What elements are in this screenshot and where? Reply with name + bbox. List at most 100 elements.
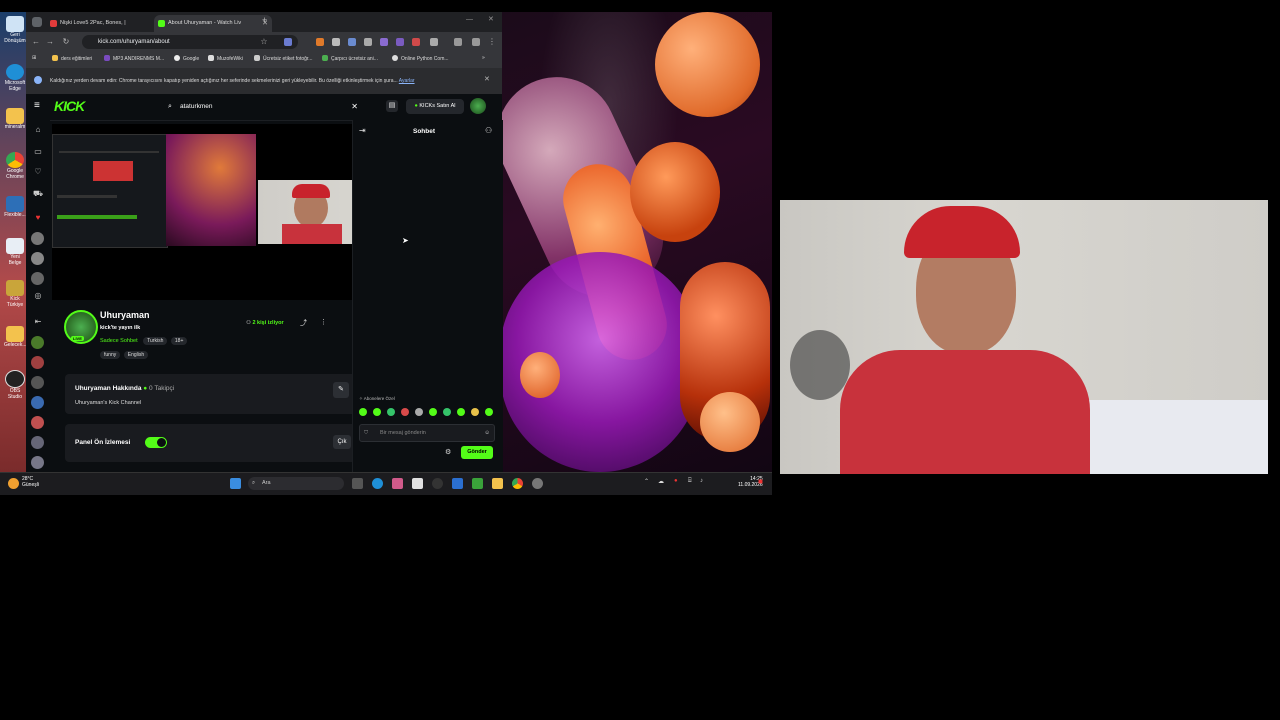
exit-preview-button[interactable]: Çık <box>333 435 351 449</box>
hamburger-icon[interactable]: ≡ <box>34 100 40 111</box>
library-icon[interactable]: ▤ <box>386 100 398 112</box>
emote-icon[interactable] <box>373 408 381 416</box>
desktop-icon-kick[interactable]: Kick Türkiye <box>4 280 26 308</box>
share-icon[interactable]: ⤴ <box>300 318 307 328</box>
channel-avatar[interactable] <box>31 396 44 409</box>
category-link[interactable]: Sadece Sohbet <box>100 338 138 344</box>
extension-icon[interactable] <box>472 38 480 46</box>
bookmark-item[interactable]: Çarpıcı ücretsiz ani... <box>322 55 378 62</box>
emote-icon[interactable] <box>443 408 451 416</box>
extension-icon[interactable] <box>316 38 324 46</box>
apps-icon[interactable]: ⊞ <box>32 55 36 61</box>
minimize-icon[interactable]: — <box>466 16 473 23</box>
desktop-icon-recycle[interactable]: Geri Dönüşüm <box>4 16 26 44</box>
tag-chip[interactable]: 18+ <box>170 337 188 345</box>
app-icon[interactable] <box>392 478 403 489</box>
channel-avatar[interactable] <box>31 456 44 469</box>
emote-icon[interactable] <box>429 408 437 416</box>
tag-chip[interactable]: English <box>123 351 149 359</box>
tag-chip[interactable]: Turkish <box>143 337 168 345</box>
settings-link[interactable]: Ayarlar <box>399 78 415 84</box>
emote-icon[interactable] <box>485 408 493 416</box>
star-icon[interactable]: ☆ <box>258 35 270 49</box>
send-button[interactable]: Gönder <box>461 446 493 459</box>
desktop-icon-folder2[interactable]: Gelecek... <box>4 326 27 348</box>
app-icon[interactable] <box>532 478 543 489</box>
user-avatar[interactable] <box>470 98 486 114</box>
tab-kick[interactable]: About Uhuryaman - Watch Liv ✕ <box>154 15 272 32</box>
extension-icon[interactable] <box>380 38 388 46</box>
mic-icon[interactable]: ● <box>674 478 678 484</box>
desktop-icon-obs[interactable]: OBS Studio <box>4 370 26 400</box>
edge-icon[interactable] <box>372 478 383 489</box>
channel-avatar[interactable] <box>31 436 44 449</box>
menu-icon[interactable]: ⋮ <box>486 35 498 49</box>
extension-icon[interactable] <box>332 38 340 46</box>
weather-icon[interactable] <box>8 478 19 489</box>
notification-icon[interactable]: ◼ <box>758 478 763 485</box>
extension-icon[interactable] <box>348 38 356 46</box>
search-input[interactable]: ⌕ ataturkmen ✕ <box>166 100 360 114</box>
heart-icon[interactable]: ♥ <box>32 212 44 224</box>
channel-avatar[interactable] <box>31 336 44 349</box>
channel-avatar[interactable] <box>31 356 44 369</box>
xbox-icon[interactable] <box>472 478 483 489</box>
store-icon[interactable] <box>412 478 423 489</box>
taskbar-search[interactable]: ⌕ Ara <box>248 477 344 490</box>
more-options-icon[interactable]: ⋮ <box>320 318 327 326</box>
more-bookmarks-icon[interactable]: » <box>482 55 485 61</box>
task-view-icon[interactable] <box>352 478 363 489</box>
channel-avatar[interactable] <box>31 252 44 265</box>
forward-icon[interactable]: → <box>44 35 56 49</box>
extension-icon[interactable] <box>430 38 438 46</box>
weather-widget[interactable]: 28°C Güneşli <box>22 476 39 488</box>
bookmark-item[interactable]: Online Python Com... <box>392 55 449 62</box>
chrome-icon[interactable] <box>512 478 523 489</box>
video-player[interactable] <box>52 124 374 300</box>
chat-settings-icon[interactable]: ⚙ <box>445 448 451 456</box>
extension-icon[interactable] <box>364 38 372 46</box>
emote-icon[interactable] <box>457 408 465 416</box>
tab-music[interactable]: Nişki Love5 2Pac, Bones, | ✕ <box>46 15 166 32</box>
bookmark-item[interactable]: Google <box>174 55 199 62</box>
explorer-icon[interactable] <box>492 478 503 489</box>
back-icon[interactable]: ← <box>30 35 42 49</box>
more-icon[interactable]: ◎ <box>32 290 44 302</box>
close-infobar-icon[interactable]: ✕ <box>484 75 490 83</box>
desktop-icon-folder[interactable]: mineralm <box>4 108 26 130</box>
channel-avatar[interactable] <box>31 376 44 389</box>
start-icon[interactable] <box>230 478 241 489</box>
bookmark-item[interactable]: ders eğitimleri <box>52 55 92 62</box>
collapse-icon[interactable]: ⇤ <box>32 316 44 328</box>
desktop-icon-chrome[interactable]: Google Chrome <box>4 152 26 180</box>
extension-icon[interactable] <box>454 38 462 46</box>
vscode-icon[interactable] <box>452 478 463 489</box>
emoji-icon[interactable]: ☺ <box>484 425 490 441</box>
desktop-icon-doc[interactable]: Yeni Belge <box>4 238 26 266</box>
following-icon[interactable]: ♡ <box>32 166 44 178</box>
extension-icon[interactable] <box>396 38 404 46</box>
chat-users-icon[interactable]: ⚇ <box>485 126 492 135</box>
volume-icon[interactable]: ♪ <box>700 478 703 484</box>
cloud-icon[interactable]: ☁ <box>658 478 664 485</box>
browse-icon[interactable]: ▭ <box>32 146 44 158</box>
tag-chip[interactable]: funny <box>100 351 121 359</box>
bookmark-item[interactable]: MP3 ANDIRENMS M... <box>104 55 164 62</box>
panel-preview-toggle[interactable] <box>145 437 167 448</box>
channel-avatar[interactable] <box>31 272 44 285</box>
emote-icon[interactable] <box>471 408 479 416</box>
home-icon[interactable]: ⌂ <box>32 124 44 136</box>
emote-icon[interactable] <box>401 408 409 416</box>
close-window-icon[interactable]: ✕ <box>488 15 494 23</box>
streamer-name[interactable]: Uhuryaman <box>100 310 150 320</box>
channel-avatar[interactable] <box>31 416 44 429</box>
emote-icon[interactable] <box>387 408 395 416</box>
channel-avatar[interactable] <box>31 232 44 245</box>
tab-search-icon[interactable] <box>32 17 42 27</box>
emote-icon[interactable] <box>359 408 367 416</box>
desktop-icon-app[interactable]: Flexible... <box>4 196 26 218</box>
chat-input[interactable]: ⛉ Bir mesaj gönderin ☺ <box>359 424 495 442</box>
network-icon[interactable]: ⌸ <box>688 478 692 485</box>
kick-logo[interactable]: KICK <box>54 98 85 114</box>
new-tab-icon[interactable]: + <box>262 15 267 25</box>
